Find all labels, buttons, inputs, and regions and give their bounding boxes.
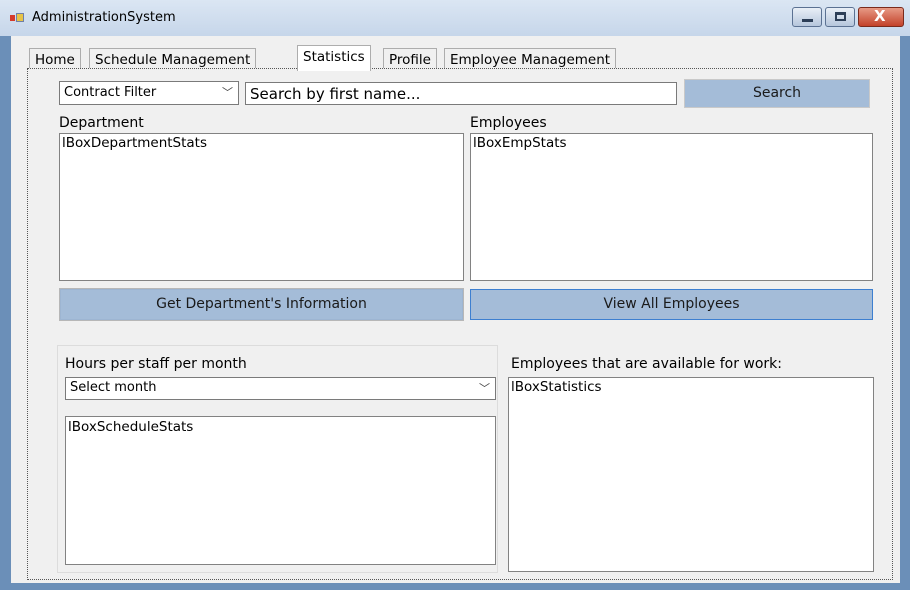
department-stats-listbox[interactable]: lBoxDepartmentStats	[59, 133, 464, 281]
title-bar[interactable]: AdministrationSystem X	[0, 0, 910, 36]
contract-filter-select[interactable]: Contract Filter ﹀	[59, 81, 239, 105]
statistics-tab-page: Contract Filter ﹀ Search Department Empl…	[27, 68, 893, 580]
app-window: AdministrationSystem X Home Schedule Man…	[0, 0, 910, 590]
available-employees-listbox[interactable]: lBoxStatistics	[508, 377, 874, 572]
minimize-button[interactable]	[792, 7, 822, 27]
close-icon: X	[874, 7, 886, 25]
chevron-down-icon: ﹀	[222, 86, 233, 99]
department-label: Department	[59, 115, 144, 131]
close-button[interactable]: X	[858, 7, 904, 27]
window-title: AdministrationSystem	[32, 10, 176, 25]
employee-stats-listbox[interactable]: lBoxEmpStats	[470, 133, 873, 281]
search-button[interactable]: Search	[684, 79, 870, 108]
tab-home[interactable]: Home	[29, 48, 81, 70]
list-item[interactable]: lBoxEmpStats	[473, 135, 567, 151]
schedule-stats-listbox[interactable]: lBoxScheduleStats	[65, 416, 496, 565]
app-window-icon	[10, 13, 24, 23]
maximize-icon	[835, 12, 846, 21]
tab-profile[interactable]: Profile	[383, 48, 437, 70]
list-item[interactable]: lBoxStatistics	[511, 379, 602, 395]
employees-label: Employees	[470, 115, 547, 131]
minimize-icon	[802, 19, 813, 22]
chevron-down-icon: ﹀	[479, 382, 490, 395]
view-all-employees-button[interactable]: View All Employees	[470, 289, 873, 320]
window-client-area: Home Schedule Management Statistics Prof…	[11, 36, 900, 583]
contract-filter-value: Contract Filter	[64, 85, 157, 100]
available-employees-label: Employees that are available for work:	[511, 356, 782, 372]
tab-schedule-management[interactable]: Schedule Management	[89, 48, 257, 70]
hours-per-staff-label: Hours per staff per month	[65, 356, 247, 372]
search-input-box[interactable]	[245, 82, 677, 105]
tab-employee-management[interactable]: Employee Management	[444, 48, 617, 70]
month-select[interactable]: Select month ﹀	[65, 377, 496, 400]
search-input[interactable]	[246, 83, 676, 104]
get-department-info-button[interactable]: Get Department's Information	[59, 288, 464, 321]
tab-statistics[interactable]: Statistics	[297, 45, 371, 71]
list-item[interactable]: lBoxScheduleStats	[68, 419, 193, 435]
list-item[interactable]: lBoxDepartmentStats	[62, 135, 207, 151]
maximize-button[interactable]	[825, 7, 855, 27]
month-select-value: Select month	[70, 380, 157, 395]
